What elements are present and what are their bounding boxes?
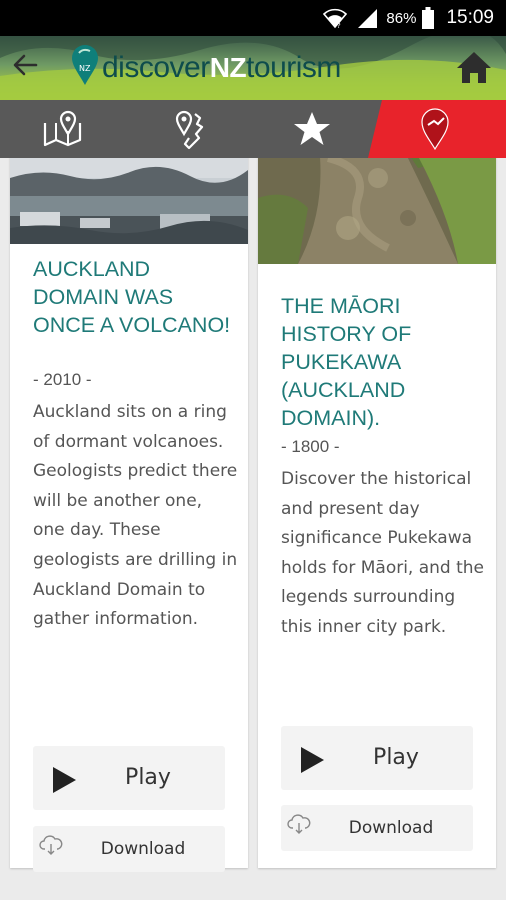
app-header: NZ discoverNZtourism [0,36,506,100]
play-icon [301,747,324,773]
story-image-trail [258,158,496,264]
play-label: Play [125,765,171,790]
tab-trails[interactable] [126,100,252,158]
trail-pin-icon [175,110,204,150]
play-button[interactable]: Play [33,746,225,810]
story-card[interactable]: AUCKLAND DOMAIN WAS ONCE A VOLCANO! - 20… [10,158,248,872]
wifi-icon: ? [323,8,348,29]
svg-text:NZ: NZ [79,64,91,73]
home-icon[interactable] [456,50,492,84]
download-label: Download [100,839,186,859]
content-list[interactable]: AUCKLAND DOMAIN WAS ONCE A VOLCANO! - 20… [0,158,506,900]
red-pin-icon [421,108,449,151]
story-description: Discover the historical and present day … [281,469,485,637]
story-title: THE MĀORI HISTORY OF PUKEKAWA (AUCKLAND … [281,294,412,430]
logo-text-tourism: tourism [246,51,341,84]
star-icon [294,112,330,145]
signal-icon [358,9,378,28]
logo-wordmark: discoverNZtourism [102,50,341,86]
story-card[interactable]: THE MĀORI HISTORY OF PUKEKAWA (AUCKLAND … [258,158,496,868]
map-pin-icon [43,110,82,147]
story-year: - 1800 - [281,437,340,456]
logo-text-nz: NZ [209,52,247,83]
play-label: Play [373,745,419,770]
logo-pin-icon: NZ [72,45,98,85]
battery-percent: 86% [386,9,417,27]
tab-bar [0,100,506,158]
cloud-download-icon [287,814,311,834]
tab-favourites[interactable] [252,100,372,158]
story-year: - 2010 - [33,370,92,389]
back-arrow-icon[interactable] [10,50,40,80]
download-label: Download [348,818,434,838]
cloud-download-icon [39,835,63,855]
story-description: Auckland sits on a ring of dormant volca… [33,402,238,630]
status-bar: ? 86% 15:09 [0,0,506,36]
play-icon [53,767,76,793]
download-button[interactable]: Download [33,826,225,872]
svg-text:?: ? [337,22,341,29]
download-button[interactable]: Download [281,805,473,851]
tab-nearby[interactable] [380,100,490,158]
tab-map[interactable] [0,100,126,158]
story-image-volcano [10,158,248,244]
logo-text-discover: discover [102,51,210,84]
story-title: AUCKLAND DOMAIN WAS ONCE A VOLCANO! [33,257,231,337]
battery-icon [422,7,435,29]
play-button[interactable]: Play [281,726,473,790]
clock: 15:09 [446,7,494,28]
